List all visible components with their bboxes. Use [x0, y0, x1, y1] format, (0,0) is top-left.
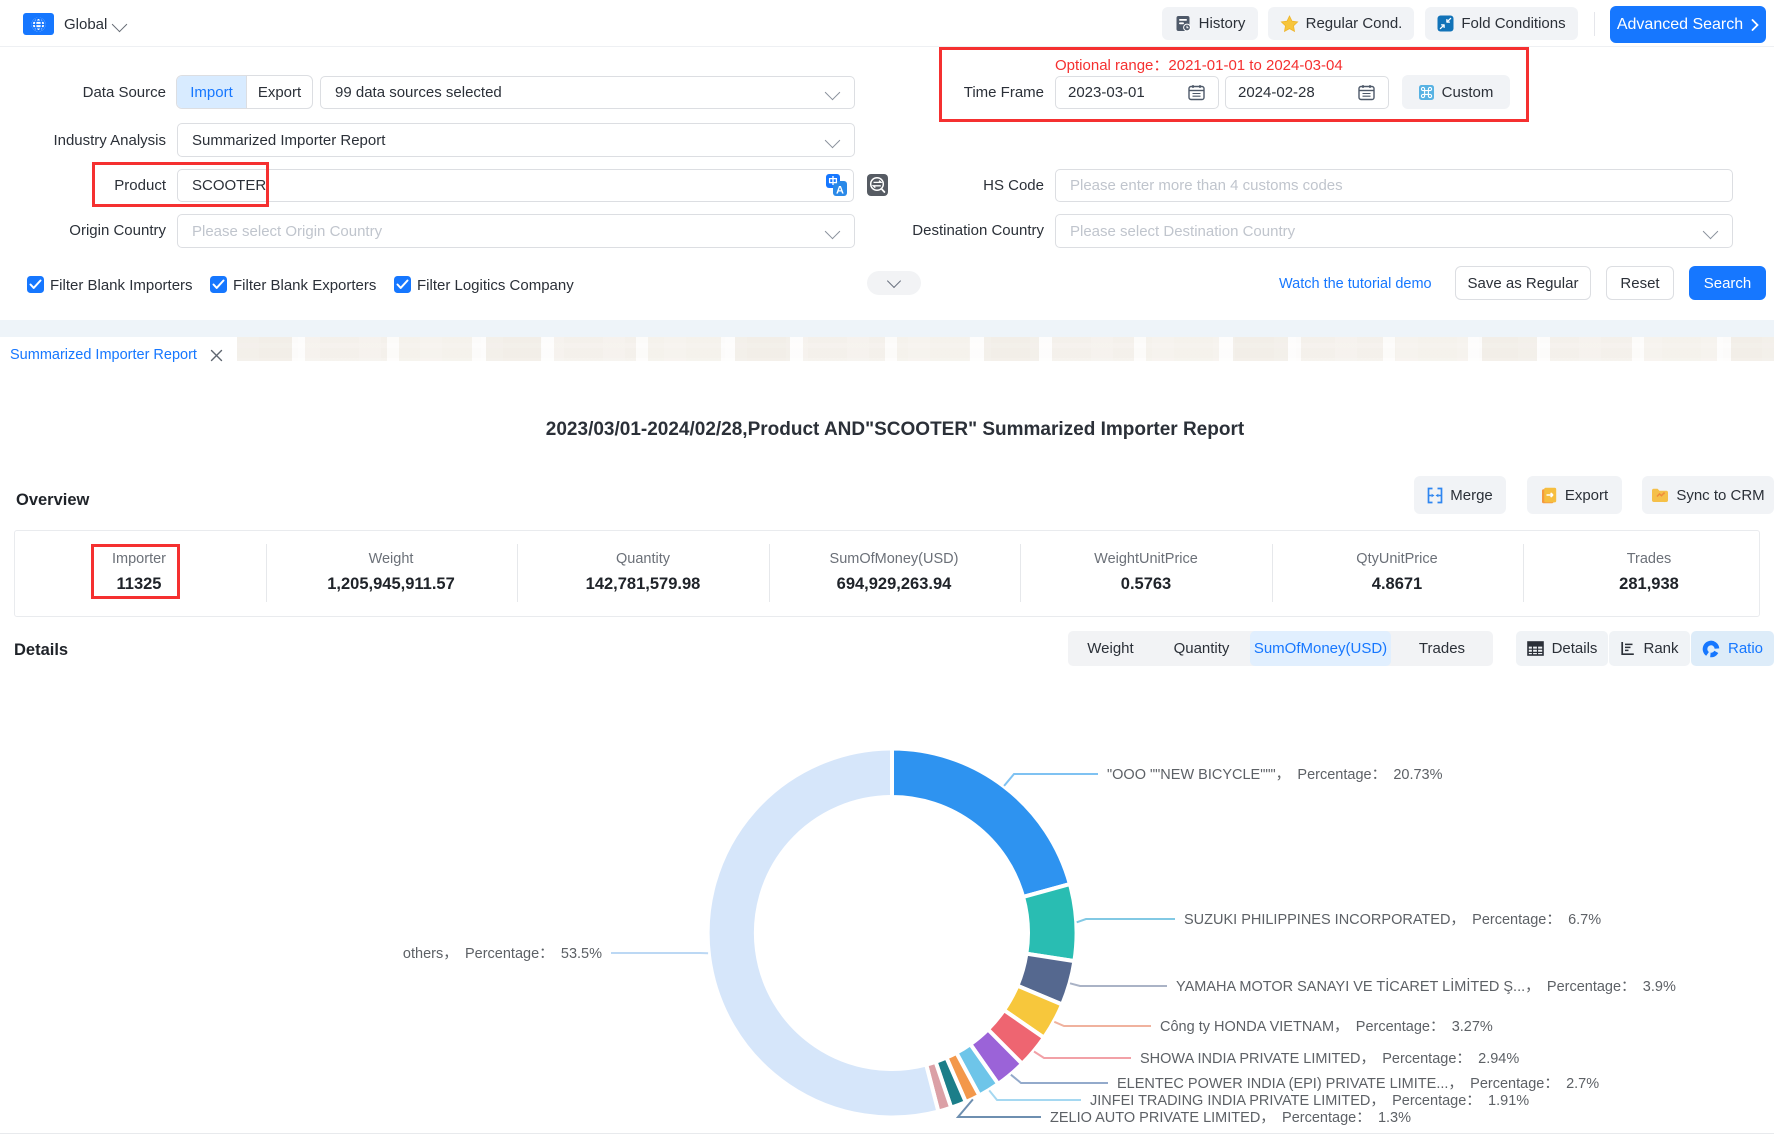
- svg-text:others， Percentage： 53.5%: others， Percentage： 53.5%: [403, 946, 602, 962]
- svg-text:JINFEI TRADING INDIA PRIVATE L: JINFEI TRADING INDIA PRIVATE LIMITED， Pe…: [1090, 1093, 1529, 1109]
- svg-text:A: A: [836, 185, 844, 197]
- svg-text:SUZUKI PHILIPPINES INCORPORATE: SUZUKI PHILIPPINES INCORPORATED， Percent…: [1184, 912, 1601, 928]
- svg-text:Công ty HONDA VIETNAM， Percent: Công ty HONDA VIETNAM， Percentage： 3.27%: [1160, 1019, 1493, 1035]
- svg-text:ELENTEC POWER INDIA (EPI) PRIV: ELENTEC POWER INDIA (EPI) PRIVATE LIMITE…: [1117, 1076, 1599, 1092]
- svg-text:YAMAHA MOTOR SANAYI VE TİCARET: YAMAHA MOTOR SANAYI VE TİCARET LİMİTED Ş…: [1176, 977, 1676, 995]
- svg-text:ZELIO AUTO PRIVATE LIMITED， Pe: ZELIO AUTO PRIVATE LIMITED， Percentage： …: [1050, 1110, 1411, 1126]
- svg-text:SHOWA INDIA PRIVATE LIMITED， P: SHOWA INDIA PRIVATE LIMITED， Percentage：…: [1140, 1051, 1519, 1067]
- svg-text:"OOO ""NEW BICYCLE"""， Percent: "OOO ""NEW BICYCLE"""， Percentage： 20.73…: [1107, 767, 1443, 783]
